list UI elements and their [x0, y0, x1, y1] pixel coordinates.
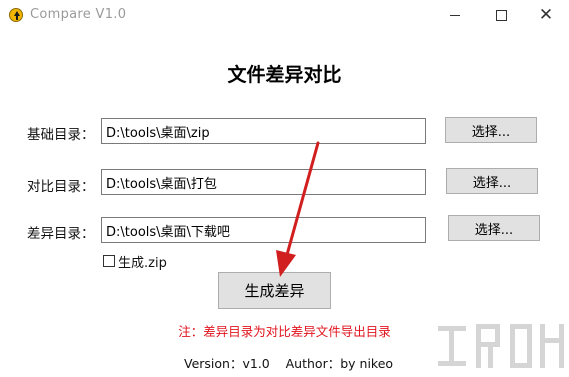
- watermark-logo: [438, 324, 564, 368]
- compare-dir-select-button[interactable]: 选择...: [446, 168, 538, 194]
- diff-dir-label: 差异目录：: [27, 226, 95, 242]
- version-author-footer: Version：v1.0 Author：by nikeo: [184, 356, 394, 371]
- zip-checkbox[interactable]: [103, 255, 115, 267]
- minimize-button[interactable]: [432, 0, 478, 31]
- app-icon: [9, 8, 23, 22]
- generate-diff-button[interactable]: 生成差异: [218, 272, 331, 309]
- compare-dir-label: 对比目录：: [27, 179, 95, 195]
- window-title: Compare V1.0: [30, 7, 127, 22]
- diff-dir-input[interactable]: [101, 217, 426, 243]
- maximize-icon: [495, 10, 507, 21]
- page-title: 文件差异对比: [227, 64, 342, 86]
- zip-checkbox-label[interactable]: 生成.zip: [118, 252, 167, 271]
- maximize-button[interactable]: [478, 0, 524, 31]
- base-dir-label: 基础目录：: [27, 127, 95, 143]
- minimize-icon: [450, 15, 460, 16]
- base-dir-select-button[interactable]: 选择...: [445, 117, 537, 143]
- compare-dir-input[interactable]: [101, 169, 426, 195]
- close-button[interactable]: ✕: [523, 0, 569, 31]
- close-icon: ✕: [538, 5, 554, 25]
- diff-dir-select-button[interactable]: 选择...: [448, 215, 540, 241]
- base-dir-input[interactable]: [101, 118, 426, 144]
- title-bar: Compare V1.0 ✕: [0, 0, 569, 31]
